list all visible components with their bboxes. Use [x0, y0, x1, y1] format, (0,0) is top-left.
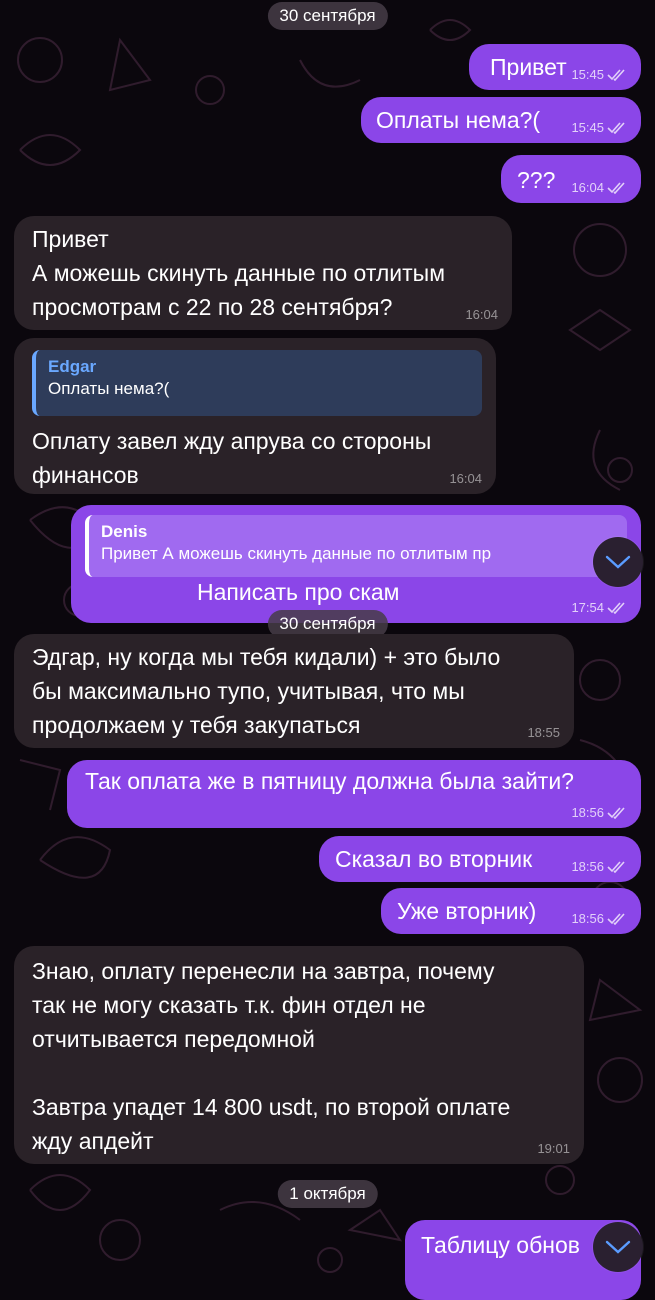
message-time: 18:55	[527, 725, 560, 740]
double-check-icon	[607, 912, 625, 925]
message-bubble-outgoing[interactable]: ??? 16:04	[501, 155, 641, 203]
scroll-down-button[interactable]	[593, 537, 643, 587]
date-separator: 30 сентября	[267, 2, 388, 30]
message-bubble-outgoing[interactable]: Denis Привет А можешь скинуть данные по …	[71, 505, 641, 623]
message-meta: 18:55	[527, 725, 560, 740]
message-meta: 18:56	[571, 859, 627, 874]
message-bubble-outgoing[interactable]: Оплаты нема?( 15:45	[361, 97, 641, 143]
message-time: 16:04	[449, 471, 482, 486]
message-time: 18:56	[571, 859, 604, 874]
chevron-down-icon	[605, 555, 631, 569]
message-meta: 16:04	[571, 180, 627, 195]
double-check-icon	[607, 601, 625, 614]
message-meta: 17:54	[571, 600, 627, 615]
message-meta: 16:04	[465, 307, 498, 322]
message-meta: 18:56	[571, 805, 627, 820]
reply-text: Оплаты нема?(	[48, 379, 170, 398]
message-bubble-incoming[interactable]: Привет А можешь скинуть данные по отлиты…	[14, 216, 512, 330]
double-check-icon	[607, 121, 625, 134]
message-bubble-outgoing[interactable]: Привет 15:45	[469, 44, 641, 90]
message-time: 19:01	[537, 1141, 570, 1156]
message-text: Эдгар, ну когда мы тебя кидали) + это бы…	[32, 644, 501, 738]
message-time: 17:54	[571, 600, 604, 615]
message-text: Знаю, оплату перенесли на завтра, почему…	[32, 958, 511, 1154]
message-time: 16:04	[465, 307, 498, 322]
message-meta: 15:45	[571, 120, 627, 135]
message-bubble-incoming[interactable]: Знаю, оплату перенесли на завтра, почему…	[14, 946, 584, 1164]
reply-quote[interactable]: Edgar Оплаты нема?(	[32, 350, 482, 416]
double-check-icon	[607, 181, 625, 194]
message-time: 18:56	[571, 911, 604, 926]
reply-quote[interactable]: Denis Привет А можешь скинуть данные по …	[85, 515, 627, 577]
message-text: Так оплата же в пятницу должна была зайт…	[85, 768, 574, 794]
message-time: 16:04	[571, 180, 604, 195]
date-separator: 1 октября	[277, 1180, 378, 1208]
double-check-icon	[607, 806, 625, 819]
message-meta: 18:56	[571, 911, 627, 926]
message-meta: 19:01	[537, 1141, 570, 1156]
message-text: Оплату завел жду апрува со стороны финан…	[32, 428, 432, 488]
chevron-down-icon	[605, 1240, 631, 1254]
message-time: 18:56	[571, 805, 604, 820]
message-bubble-incoming[interactable]: Эдгар, ну когда мы тебя кидали) + это бы…	[14, 634, 574, 748]
message-text: Привет А можешь скинуть данные по отлиты…	[32, 226, 446, 320]
message-time: 15:45	[571, 120, 604, 135]
message-bubble-outgoing[interactable]: Так оплата же в пятницу должна была зайт…	[67, 760, 641, 828]
message-bubble-outgoing[interactable]: Уже вторник) 18:56	[381, 888, 641, 934]
chat-area[interactable]: 30 сентября Привет 15:45 Оплаты нема?( 1…	[0, 0, 655, 1300]
reply-author: Edgar	[48, 357, 97, 376]
message-bubble-outgoing[interactable]: Сказал во вторник 18:56	[319, 836, 641, 882]
message-meta: 15:45	[571, 67, 627, 82]
double-check-icon	[607, 860, 625, 873]
reply-author: Denis	[101, 522, 148, 541]
scroll-down-button[interactable]	[593, 1222, 643, 1272]
message-time: 15:45	[571, 67, 604, 82]
reply-text: Привет А можешь скинуть данные по отлиты…	[101, 544, 492, 563]
message-text: Написать про скам	[197, 579, 400, 605]
message-meta: 16:04	[449, 471, 482, 486]
message-bubble-incoming[interactable]: Edgar Оплаты нема?( Оплату завел жду апр…	[14, 338, 496, 494]
double-check-icon	[607, 68, 625, 81]
